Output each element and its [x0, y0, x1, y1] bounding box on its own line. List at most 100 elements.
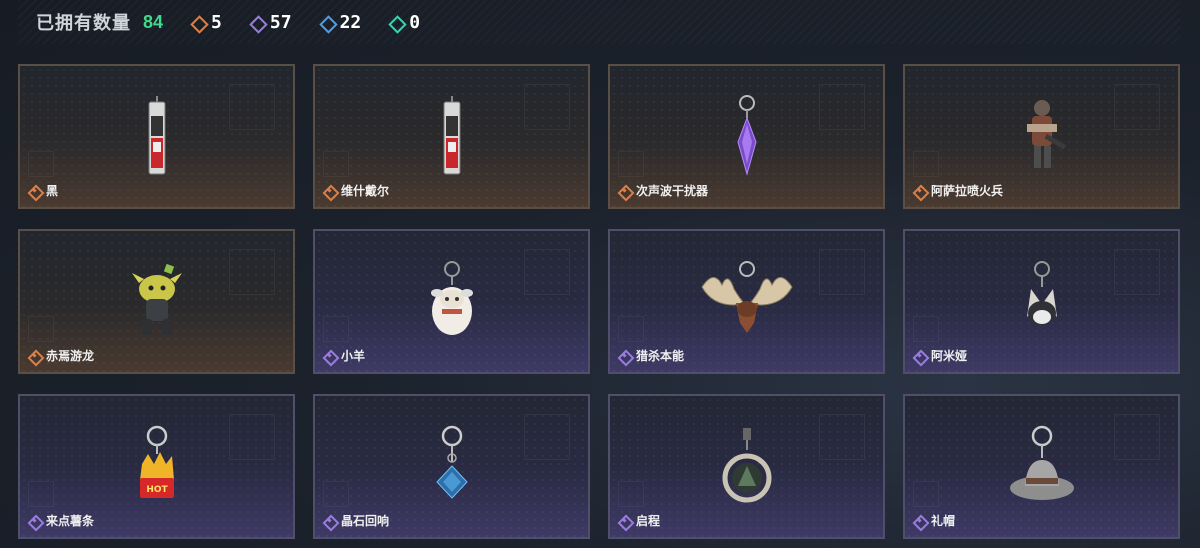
card-decoration [323, 316, 349, 342]
purple-rarity-icon [914, 351, 924, 361]
dragon-charm-image [102, 259, 212, 345]
green-diamond-icon [391, 18, 400, 27]
owned-count-label: 已拥有数量 [36, 13, 131, 33]
item-name: 猎杀本能 [636, 349, 685, 363]
item-name-row: 次声波干扰器 [619, 182, 708, 199]
purple-rarity-count: 57 [269, 11, 292, 33]
orange-diamond-icon [193, 18, 202, 27]
item-card[interactable]: 赤焉游龙 [18, 229, 295, 374]
hat-charm-image [987, 424, 1097, 510]
moose-charm-image [692, 259, 802, 345]
blue-diamond-icon [322, 18, 331, 27]
card-decoration [913, 481, 939, 507]
item-name: 小羊 [341, 349, 366, 363]
card-decoration [618, 151, 644, 177]
item-name: 晶石回响 [341, 514, 390, 528]
card-decoration [913, 151, 939, 177]
card-decoration [28, 316, 54, 342]
item-card[interactable]: 阿米娅 [903, 229, 1180, 374]
item-name: 次声波干扰器 [636, 184, 709, 198]
card-decoration [524, 84, 570, 130]
crystal-charm-image [692, 94, 802, 180]
item-name: 阿米娅 [931, 349, 968, 363]
orange-rarity-icon [619, 186, 629, 196]
owned-count-value: 84 [143, 11, 164, 32]
orange-rarity-icon [29, 351, 39, 361]
fries-charm-image: HOT [102, 424, 212, 510]
card-decoration [323, 481, 349, 507]
svg-text:HOT: HOT [146, 485, 168, 495]
orange-rarity-icon [914, 186, 924, 196]
item-name-row: 维什戴尔 [324, 182, 389, 199]
card-decoration [913, 316, 939, 342]
item-card[interactable]: 礼帽 [903, 394, 1180, 539]
bunny-charm-image [987, 259, 1097, 345]
orange-rarity-icon [324, 186, 334, 196]
item-name: 阿萨拉喷火兵 [931, 184, 1004, 198]
purple-rarity-icon [619, 351, 629, 361]
item-name-row: 赤焉游龙 [29, 347, 94, 364]
item-card[interactable]: 阿萨拉喷火兵 [903, 64, 1180, 209]
item-name-row: 启程 [619, 512, 660, 529]
green-rarity-count: 0 [409, 11, 421, 33]
item-name-row: 阿米娅 [914, 347, 967, 364]
item-name-row: 来点薯条 [29, 512, 94, 529]
item-name: 黑 [46, 184, 59, 198]
ring-charm-image [692, 424, 802, 510]
purple-rarity-icon [29, 516, 39, 526]
item-name: 赤焉游龙 [46, 349, 95, 363]
card-decoration [524, 414, 570, 460]
orange-rarity-icon [29, 186, 39, 196]
item-name-row: 黑 [29, 182, 58, 199]
blue-rarity-count: 22 [339, 11, 362, 33]
card-decoration [819, 84, 865, 130]
card-decoration [229, 414, 275, 460]
card-decoration [1114, 249, 1160, 295]
item-name-row: 晶石回响 [324, 512, 389, 529]
item-card[interactable]: 维什戴尔 [313, 64, 590, 209]
orange-rarity-stat: 5 [193, 12, 222, 33]
card-decoration [819, 414, 865, 460]
card-decoration [618, 316, 644, 342]
purple-rarity-icon [324, 516, 334, 526]
card-decoration [28, 481, 54, 507]
green-rarity-stat: 0 [391, 12, 420, 33]
card-decoration [618, 481, 644, 507]
gem-charm-image [397, 424, 507, 510]
item-card[interactable]: HOT 来点薯条 [18, 394, 295, 539]
item-name: 礼帽 [931, 514, 956, 528]
card-decoration [229, 84, 275, 130]
card-charm-image [397, 94, 507, 180]
purple-rarity-stat: 57 [252, 12, 292, 33]
item-name: 来点薯条 [46, 514, 95, 528]
card-decoration [229, 249, 275, 295]
item-card[interactable]: 小羊 [313, 229, 590, 374]
item-name: 启程 [636, 514, 661, 528]
figure-charm-image [987, 94, 1097, 180]
item-card[interactable]: 黑 [18, 64, 295, 209]
card-decoration [28, 151, 54, 177]
purple-diamond-icon [252, 18, 261, 27]
card-decoration [323, 151, 349, 177]
item-name-row: 礼帽 [914, 512, 955, 529]
item-grid: 黑 维什戴尔 次声波干扰器 阿萨拉喷火兵赤焉游龙 小羊 猎杀本能 阿米娅 HOT 来点薯条 晶石回… [18, 64, 1180, 539]
purple-rarity-icon [914, 516, 924, 526]
item-name-row: 猎杀本能 [619, 347, 684, 364]
item-card[interactable]: 猎杀本能 [608, 229, 885, 374]
card-decoration [1114, 414, 1160, 460]
orange-rarity-count: 5 [211, 11, 222, 33]
card-decoration [524, 249, 570, 295]
card-charm-image [102, 94, 212, 180]
item-card[interactable]: 次声波干扰器 [608, 64, 885, 209]
item-card[interactable]: 启程 [608, 394, 885, 539]
item-name-row: 小羊 [324, 347, 365, 364]
sheep-charm-image [397, 259, 507, 345]
card-decoration [1114, 84, 1160, 130]
card-decoration [819, 249, 865, 295]
item-card[interactable]: 晶石回响 [313, 394, 590, 539]
item-name: 维什戴尔 [341, 184, 390, 198]
item-name-row: 阿萨拉喷火兵 [914, 182, 1003, 199]
owned-summary-bar: 已拥有数量 84 5 57 22 0 [18, 0, 1180, 44]
blue-rarity-stat: 22 [322, 12, 362, 33]
purple-rarity-icon [619, 516, 629, 526]
